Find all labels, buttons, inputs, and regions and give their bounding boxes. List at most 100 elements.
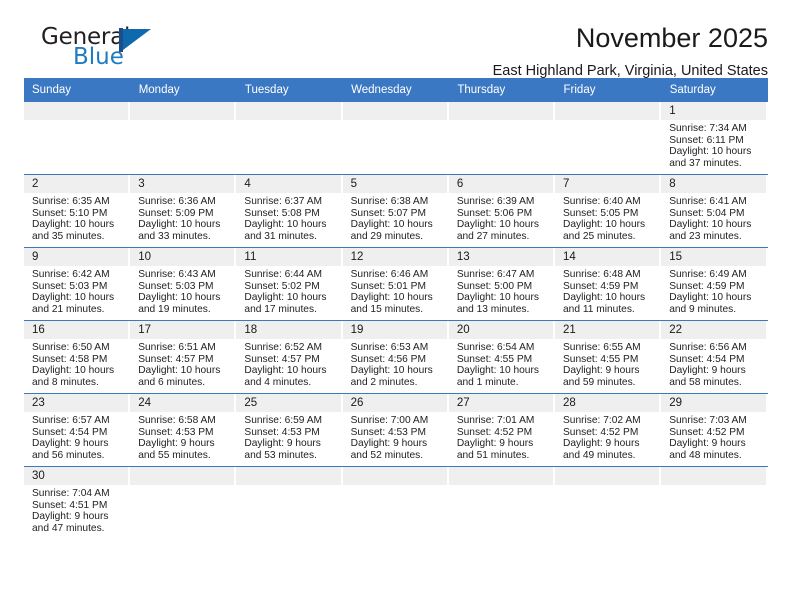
day-number: 11 — [236, 248, 341, 266]
day-number: 29 — [661, 394, 766, 412]
calendar-cell: 27 Sunrise: 7:01 AM Sunset: 4:52 PM Dayligh… — [448, 393, 556, 467]
day-detail-daylight1: Daylight: 10 hours — [32, 365, 115, 377]
day-cell[interactable]: 21 Sunrise: 6:55 AM Sunset: 4:55 PM Dayligh… — [555, 321, 661, 393]
calendar-cell: 16 Sunrise: 6:50 AM Sunset: 4:58 PM Dayligh… — [24, 320, 131, 394]
day-cell[interactable]: 2 Sunrise: 6:35 AM Sunset: 5:10 PM Daylight… — [24, 175, 130, 247]
day-detail-daylight1: Daylight: 10 hours — [350, 219, 433, 231]
day-cell[interactable]: 11 Sunrise: 6:44 AM Sunset: 5:02 PM Dayligh… — [236, 248, 342, 320]
day-number: 10 — [130, 248, 235, 266]
day-cell[interactable]: 27 Sunrise: 7:01 AM Sunset: 4:52 PM Dayligh… — [448, 394, 555, 466]
day-cell[interactable]: 25 Sunrise: 6:59 AM Sunset: 4:53 PM Dayligh… — [236, 394, 342, 466]
day-cell[interactable]: 19 Sunrise: 6:53 AM Sunset: 4:56 PM Dayligh… — [342, 321, 449, 393]
weekday-header-friday: Friday — [555, 78, 662, 102]
day-detail-daylight2: and 9 minutes. — [669, 304, 737, 316]
day-cell[interactable]: 6 Sunrise: 6:39 AM Sunset: 5:06 PM Daylight… — [448, 175, 555, 247]
day-cell[interactable]: 7 Sunrise: 6:40 AM Sunset: 5:05 PM Daylight… — [555, 175, 661, 247]
day-detail-sunrise: Sunrise: 6:40 AM — [563, 196, 641, 207]
general-blue-logo[interactable]: General Blue — [41, 26, 171, 78]
day-cell[interactable]: 10 Sunrise: 6:43 AM Sunset: 5:03 PM Dayligh… — [130, 248, 236, 320]
weekday-header-sunday: Sunday — [24, 78, 131, 102]
day-number: 14 — [555, 248, 660, 266]
day-detail-daylight2: and 6 minutes. — [138, 377, 206, 389]
day-details: Sunrise: 6:56 AM Sunset: 4:54 PM Daylight:… — [661, 339, 767, 389]
weekday-header-thursday: Thursday — [448, 78, 556, 102]
calendar-cell — [342, 466, 449, 539]
day-detail-daylight1: Daylight: 9 hours — [32, 438, 109, 450]
day-number: 16 — [24, 321, 129, 339]
calendar-cell: 1 Sunrise: 7:34 AM Sunset: 6:11 PM Daylight… — [661, 102, 767, 175]
day-detail-sunset: Sunset: 5:02 PM — [244, 280, 320, 292]
day-number: 3 — [130, 175, 235, 193]
day-detail-daylight1: Daylight: 10 hours — [456, 219, 539, 231]
day-detail-sunset: Sunset: 5:10 PM — [32, 207, 108, 219]
day-number — [342, 467, 447, 485]
page-header: General Blue November 2025 East Highland… — [24, 0, 768, 79]
day-cell[interactable]: 20 Sunrise: 6:54 AM Sunset: 4:55 PM Dayligh… — [448, 321, 555, 393]
day-cell[interactable]: 9 Sunrise: 6:42 AM Sunset: 5:03 PM Daylight… — [24, 248, 130, 320]
day-detail-daylight2: and 17 minutes. — [244, 304, 317, 316]
day-cell[interactable]: 13 Sunrise: 6:47 AM Sunset: 5:00 PM Dayligh… — [448, 248, 555, 320]
day-cell[interactable]: 3 Sunrise: 6:36 AM Sunset: 5:09 PM Daylight… — [130, 175, 236, 247]
day-detail-daylight2: and 31 minutes. — [244, 231, 317, 243]
day-cell[interactable]: 5 Sunrise: 6:38 AM Sunset: 5:07 PM Daylight… — [342, 175, 449, 247]
day-detail-daylight1: Daylight: 9 hours — [350, 438, 428, 450]
day-cell[interactable]: 12 Sunrise: 6:46 AM Sunset: 5:01 PM Dayligh… — [342, 248, 449, 320]
day-cell[interactable]: 22 Sunrise: 6:56 AM Sunset: 4:54 PM Dayligh… — [661, 321, 767, 393]
day-detail-sunrise: Sunrise: 6:37 AM — [244, 196, 322, 207]
day-cell[interactable]: 14 Sunrise: 6:48 AM Sunset: 4:59 PM Dayligh… — [555, 248, 661, 320]
day-detail-sunrise: Sunrise: 6:42 AM — [32, 269, 110, 280]
day-cell[interactable]: 30 Sunrise: 7:04 AM Sunset: 4:51 PM Dayligh… — [24, 467, 130, 539]
day-detail-sunrise: Sunrise: 6:50 AM — [32, 342, 110, 353]
day-details: Sunrise: 6:40 AM Sunset: 5:05 PM Daylight:… — [555, 193, 661, 243]
day-cell[interactable]: 24 Sunrise: 6:58 AM Sunset: 4:53 PM Dayligh… — [130, 394, 236, 466]
day-cell[interactable]: 8 Sunrise: 6:41 AM Sunset: 5:04 PM Daylight… — [661, 175, 767, 247]
day-details: Sunrise: 6:42 AM Sunset: 5:03 PM Daylight:… — [24, 266, 130, 316]
day-cell-empty — [555, 102, 661, 174]
day-details: Sunrise: 6:35 AM Sunset: 5:10 PM Daylight:… — [24, 193, 130, 243]
day-detail-daylight1: Daylight: 10 hours — [669, 146, 752, 158]
day-details: Sunrise: 6:47 AM Sunset: 5:00 PM Daylight:… — [449, 266, 555, 316]
day-detail-daylight2: and 49 minutes. — [563, 450, 636, 462]
calendar-body: 1 Sunrise: 7:34 AM Sunset: 6:11 PM Daylight… — [24, 102, 768, 539]
calendar-cell: 4 Sunrise: 6:37 AM Sunset: 5:08 PM Daylight… — [236, 174, 343, 248]
day-detail-sunrise: Sunrise: 7:04 AM — [32, 488, 110, 499]
day-cell-empty — [342, 102, 449, 174]
day-detail-sunset: Sunset: 5:01 PM — [350, 280, 426, 292]
day-cell[interactable]: 1 Sunrise: 7:34 AM Sunset: 6:11 PM Daylight… — [661, 102, 767, 174]
calendar-cell: 3 Sunrise: 6:36 AM Sunset: 5:09 PM Daylight… — [130, 174, 237, 248]
day-details: Sunrise: 6:53 AM Sunset: 4:56 PM Daylight:… — [343, 339, 449, 389]
day-cell[interactable]: 26 Sunrise: 7:00 AM Sunset: 4:53 PM Dayligh… — [342, 394, 449, 466]
calendar-cell: 2 Sunrise: 6:35 AM Sunset: 5:10 PM Daylight… — [24, 174, 131, 248]
day-detail-sunrise: Sunrise: 6:53 AM — [350, 342, 429, 353]
day-cell[interactable]: 18 Sunrise: 6:52 AM Sunset: 4:57 PM Dayligh… — [236, 321, 342, 393]
day-detail-sunset: Sunset: 4:52 PM — [563, 426, 639, 438]
day-detail-daylight2: and 55 minutes. — [138, 450, 211, 462]
day-number: 9 — [24, 248, 129, 266]
day-cell[interactable]: 29 Sunrise: 7:03 AM Sunset: 4:52 PM Dayligh… — [661, 394, 767, 466]
day-cell[interactable]: 28 Sunrise: 7:02 AM Sunset: 4:52 PM Dayligh… — [555, 394, 661, 466]
day-cell[interactable]: 16 Sunrise: 6:50 AM Sunset: 4:58 PM Dayligh… — [24, 321, 130, 393]
day-detail-sunset: Sunset: 4:55 PM — [563, 353, 639, 365]
day-cell[interactable]: 15 Sunrise: 6:49 AM Sunset: 4:59 PM Dayligh… — [661, 248, 767, 320]
calendar-cell — [342, 102, 449, 175]
day-number: 20 — [448, 321, 554, 339]
calendar-cell: 25 Sunrise: 6:59 AM Sunset: 4:53 PM Dayligh… — [236, 393, 343, 467]
day-number: 25 — [236, 394, 341, 412]
day-details: Sunrise: 6:57 AM Sunset: 4:54 PM Daylight:… — [24, 412, 130, 462]
day-cell[interactable]: 17 Sunrise: 6:51 AM Sunset: 4:57 PM Dayligh… — [130, 321, 236, 393]
calendar-cell: 12 Sunrise: 6:46 AM Sunset: 5:01 PM Dayligh… — [342, 247, 449, 321]
day-cell[interactable]: 23 Sunrise: 6:57 AM Sunset: 4:54 PM Dayligh… — [24, 394, 130, 466]
day-detail-daylight2: and 25 minutes. — [563, 231, 636, 243]
day-detail-daylight2: and 13 minutes. — [456, 304, 530, 316]
calendar-cell: 21 Sunrise: 6:55 AM Sunset: 4:55 PM Dayligh… — [555, 320, 662, 394]
day-detail-sunset: Sunset: 5:00 PM — [456, 280, 533, 292]
day-cell[interactable]: 4 Sunrise: 6:37 AM Sunset: 5:08 PM Daylight… — [236, 175, 342, 247]
day-detail-daylight1: Daylight: 10 hours — [350, 292, 433, 304]
calendar-week-row: 30 Sunrise: 7:04 AM Sunset: 4:51 PM Dayligh… — [24, 466, 768, 539]
day-number: 19 — [342, 321, 447, 339]
day-detail-daylight2: and 53 minutes. — [244, 450, 317, 462]
day-number: 22 — [661, 321, 766, 339]
day-number: 23 — [24, 394, 129, 412]
calendar-cell: 18 Sunrise: 6:52 AM Sunset: 4:57 PM Dayligh… — [236, 320, 343, 394]
day-detail-sunrise: Sunrise: 6:52 AM — [244, 342, 322, 353]
